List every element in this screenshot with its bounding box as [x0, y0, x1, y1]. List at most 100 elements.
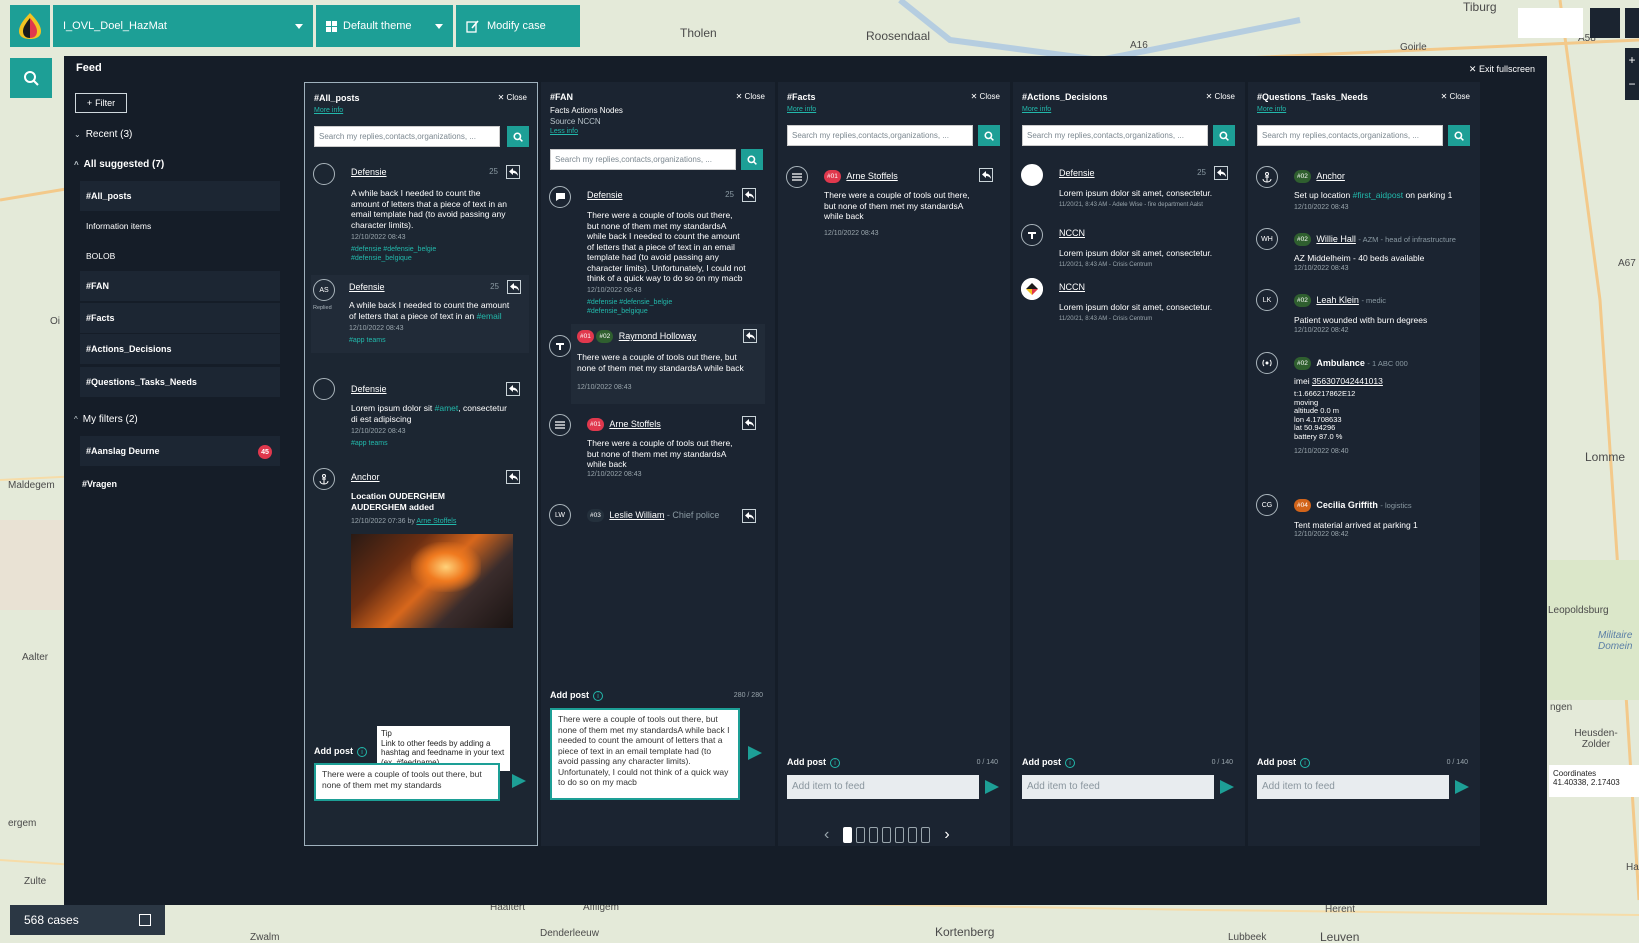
post-hashtags[interactable]: #app teams	[351, 439, 388, 448]
post-image-fire[interactable]	[351, 534, 513, 628]
send-icon[interactable]	[1455, 780, 1469, 794]
myfilters-section[interactable]: ^ My filters (2)	[74, 414, 138, 425]
feed-post[interactable]: Anchor Location OUDERGHEM AUDERGHEM adde…	[313, 468, 528, 633]
post-author[interactable]: Raymond Holloway	[619, 331, 697, 341]
nav-item-fan[interactable]: #FAN	[80, 271, 280, 301]
close-column-button[interactable]: ✕ Close	[1441, 92, 1470, 101]
post-author[interactable]: Defensie	[587, 190, 623, 200]
imei-link[interactable]: 356307042441013	[1312, 376, 1383, 386]
post-hashtags[interactable]: #defensie #defensie_belgie #defensie_bel…	[351, 245, 471, 263]
pager-dot[interactable]	[921, 827, 931, 843]
post-textarea[interactable]: There were a couple of tools out there, …	[550, 708, 740, 800]
case-selector[interactable]: I_OVL_Doel_HazMat	[53, 5, 313, 47]
add-item-input[interactable]: Add item to feed	[1257, 775, 1449, 799]
more-info-link[interactable]: More info	[1022, 106, 1051, 113]
feed-post[interactable]: WH #02 Willie Hall - AZM - head of infra…	[1256, 228, 1471, 278]
post-author[interactable]: Defensie	[1059, 168, 1095, 178]
search-input[interactable]: Search my replies,contacts,organizations…	[1257, 125, 1443, 146]
post-author[interactable]: Ambulance	[1316, 358, 1365, 368]
feed-post[interactable]: #02 Anchor Set up location #first_aidpos…	[1256, 166, 1471, 216]
feed-post[interactable]: CG #04 Cecilia Griffith - logistics Tent…	[1256, 494, 1471, 544]
feed-post[interactable]: Defensie Lorem ipsum dolor sit #amet, co…	[313, 378, 528, 453]
feed-post[interactable]: LW #03 Leslie William - Chief police	[549, 504, 764, 534]
post-hashtag[interactable]: #amet	[435, 403, 459, 413]
modify-case-button[interactable]: Modify case	[456, 5, 580, 47]
checkbox-icon[interactable]	[139, 914, 151, 926]
map-control-dark[interactable]	[1625, 8, 1639, 38]
send-icon[interactable]	[985, 780, 999, 794]
less-info-link[interactable]: Less info	[550, 128, 578, 135]
reply-icon[interactable]	[742, 416, 756, 430]
search-button[interactable]	[507, 126, 529, 147]
chevron-left-icon[interactable]: ‹	[824, 826, 829, 844]
reply-icon[interactable]	[506, 165, 520, 179]
post-author[interactable]: Arne Stoffels	[609, 419, 660, 429]
recent-section[interactable]: ⌄ Recent (3)	[74, 129, 132, 140]
chevron-right-icon[interactable]: ›	[944, 826, 949, 844]
post-author[interactable]: NCCN	[1059, 228, 1085, 238]
info-icon[interactable]: i	[1065, 758, 1075, 768]
search-button[interactable]	[1213, 125, 1235, 146]
post-author[interactable]: Leslie William	[609, 510, 664, 520]
feed-post[interactable]: LK #02 Leah Klein - medic Patient wounde…	[1256, 289, 1471, 339]
reply-icon[interactable]	[742, 188, 756, 202]
post-author[interactable]: Willie Hall	[1316, 234, 1356, 244]
exit-fullscreen-button[interactable]: ✕ Exit fullscreen	[1469, 64, 1535, 75]
send-icon[interactable]	[512, 774, 526, 788]
zoom-control[interactable]: + −	[1625, 48, 1639, 100]
info-icon[interactable]: i	[593, 691, 603, 701]
suggested-section[interactable]: ^ All suggested (7)	[74, 159, 164, 170]
post-author[interactable]: Leah Klein	[1316, 295, 1359, 305]
pager-dot[interactable]	[882, 827, 892, 843]
feed-post[interactable]: Defensie 25 Lorem ipsum dolor sit amet, …	[1021, 164, 1236, 216]
search-input[interactable]: Search my replies,contacts,organizations…	[314, 126, 500, 147]
pager-dot[interactable]	[895, 827, 905, 843]
post-textarea[interactable]: There were a couple of tools out there, …	[314, 763, 500, 801]
nav-item-facts[interactable]: #Facts	[80, 303, 280, 333]
search-input[interactable]: Search my replies,contacts,organizations…	[550, 149, 736, 170]
post-by-link[interactable]: Arne Stoffels	[416, 518, 456, 525]
feed-post[interactable]: #01 Arne Stoffels There were a couple of…	[549, 414, 764, 494]
pager-dot[interactable]	[908, 827, 918, 843]
info-icon[interactable]: i	[1300, 758, 1310, 768]
theme-selector[interactable]: Default theme	[316, 5, 453, 47]
search-button[interactable]	[978, 125, 1000, 146]
filter-button[interactable]: + Filter	[75, 93, 127, 113]
map-search-button[interactable]	[10, 58, 52, 98]
zoom-in-icon[interactable]: +	[1625, 48, 1639, 72]
feed-post[interactable]: #01 Arne Stoffels There were a couple of…	[786, 166, 1001, 246]
post-author[interactable]: Defensie	[351, 167, 387, 177]
cases-counter[interactable]: 568 cases	[10, 905, 165, 935]
reply-icon[interactable]	[506, 382, 520, 396]
map-control-white[interactable]	[1518, 8, 1583, 38]
feed-post-reply[interactable]: AS Replied Defensie 25 A while back I ne…	[311, 275, 529, 353]
search-input[interactable]: Search my replies,contacts,organizations…	[1022, 125, 1208, 146]
post-author[interactable]: Cecilia Griffith	[1316, 500, 1378, 510]
add-item-input[interactable]: Add item to feed	[787, 775, 979, 799]
post-author[interactable]: Defensie	[349, 282, 385, 292]
search-button[interactable]	[741, 149, 763, 170]
reply-icon[interactable]	[979, 168, 993, 182]
post-author[interactable]: Defensie	[351, 384, 387, 394]
pager-dot[interactable]	[843, 827, 853, 843]
zoom-out-icon[interactable]: −	[1625, 72, 1639, 96]
nav-item-actions-decisions[interactable]: #Actions_Decisions	[80, 334, 280, 364]
post-author[interactable]: Anchor	[351, 472, 380, 482]
close-column-button[interactable]: ✕ Close	[736, 92, 765, 101]
reply-icon[interactable]	[506, 470, 520, 484]
feed-post[interactable]: Defensie 25 A while back I needed to cou…	[313, 163, 528, 263]
send-icon[interactable]	[748, 746, 762, 760]
nav-item-all-posts[interactable]: #All_posts	[80, 181, 280, 211]
info-icon[interactable]: i	[357, 747, 367, 757]
close-column-button[interactable]: ✕ Close	[971, 92, 1000, 101]
post-hashtag[interactable]: #email	[477, 311, 502, 321]
reply-icon[interactable]	[507, 280, 521, 294]
close-column-button[interactable]: ✕ Close	[1206, 92, 1235, 101]
feed-post[interactable]: #02 Ambulance - 1 ABC 000 imei 356307042…	[1256, 352, 1471, 472]
post-author[interactable]: Arne Stoffels	[846, 171, 897, 181]
reply-icon[interactable]	[743, 329, 757, 343]
nav-item-information[interactable]: Information items	[80, 211, 280, 241]
close-column-button[interactable]: ✕ Close	[498, 93, 527, 102]
post-author[interactable]: NCCN	[1059, 282, 1085, 292]
post-hashtag[interactable]: #first_aidpost	[1353, 190, 1404, 200]
